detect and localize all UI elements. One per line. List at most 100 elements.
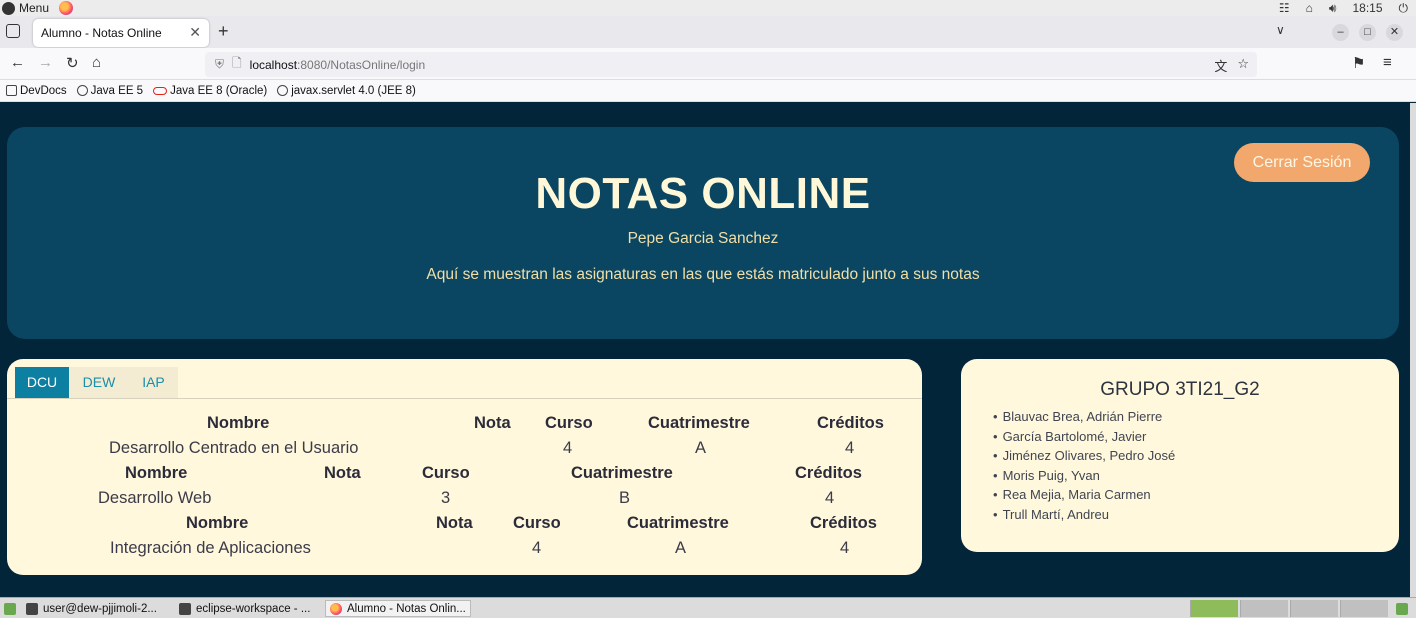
tab-overview-icon[interactable]: [6, 24, 20, 38]
header-nombre: Nombre: [207, 414, 270, 432]
header-cuatrimestre: Cuatrimestre: [627, 514, 729, 532]
tab-dew[interactable]: DEW: [69, 367, 129, 398]
show-desktop-button[interactable]: [0, 600, 20, 617]
extensions-icon[interactable]: ⚑: [1352, 54, 1365, 72]
subject-creditos: 4: [825, 489, 835, 507]
bookmark-java-ee-8[interactable]: Java EE 8 (Oracle): [153, 85, 267, 97]
header-curso: Curso: [545, 414, 593, 432]
header-curso: Curso: [513, 514, 561, 532]
os-top-bar: Menu ☷ ⌂ 🔊︎ 18:15 ⏻: [0, 0, 1416, 16]
bookmark-star-icon[interactable]: ☆: [1237, 56, 1249, 75]
workspace-1[interactable]: [1190, 600, 1238, 617]
translate-icon[interactable]: 文: [1214, 56, 1227, 75]
os-tray: ☷ ⌂ 🔊︎ 18:15 ⏻: [1279, 0, 1408, 16]
os-logo-icon: [2, 1, 15, 15]
subject-tabs: DCU DEW IAP: [7, 359, 922, 399]
header-creditos: Créditos: [817, 414, 884, 432]
subject-row: Desarrollo Web 3 B 4: [7, 489, 922, 514]
taskbar-item-label: user@dew-pjjimoli-2...: [43, 602, 157, 615]
page-title: NOTAS ONLINE: [535, 169, 871, 218]
subject-nombre: Integración de Aplicaciones: [110, 539, 311, 557]
subject-header-row: Nombre Nota Curso Cuatrimestre Créditos: [7, 464, 922, 489]
header-cuatrimestre: Cuatrimestre: [648, 414, 750, 432]
trash-icon[interactable]: [1392, 600, 1412, 617]
close-window-button[interactable]: ✕: [1386, 24, 1403, 41]
browser-tab[interactable]: Alumno - Notas Online ✕: [33, 19, 209, 47]
group-member: Moris Puig, Yvan: [993, 466, 1175, 486]
group-member: Rea Mejia, Maria Carmen: [993, 485, 1175, 505]
student-name: Pepe Garcia Sanchez: [627, 230, 779, 247]
firefox-launcher-icon[interactable]: [59, 1, 74, 15]
bookmark-javax-servlet[interactable]: javax.servlet 4.0 (JEE 8): [277, 85, 416, 97]
page-info-icon[interactable]: 🗋︎: [232, 54, 242, 75]
page-scrollbar[interactable]: [1410, 103, 1416, 597]
subject-cuatrimestre: B: [619, 489, 631, 507]
header-nota: Nota: [474, 414, 511, 432]
header-nota: Nota: [324, 464, 361, 482]
header-cuatrimestre: Cuatrimestre: [571, 464, 673, 482]
subject-cuatrimestre: A: [675, 539, 687, 557]
header-nombre: Nombre: [125, 464, 188, 482]
subject-creditos: 4: [845, 439, 855, 457]
tab-iap[interactable]: IAP: [129, 367, 178, 398]
workspace-4[interactable]: [1340, 600, 1388, 617]
subject-row: Desarrollo Centrado en el Usuario 4 A 4: [7, 439, 922, 464]
workspace-3[interactable]: [1290, 600, 1338, 617]
tab-dcu[interactable]: DCU: [15, 367, 69, 398]
bookmarks-bar: DevDocs Java EE 5 Java EE 8 (Oracle) jav…: [0, 80, 1416, 102]
taskbar-terminal[interactable]: user@dew-pjjimoli-2...: [22, 600, 161, 617]
shield-icon[interactable]: ⛨: [215, 57, 224, 72]
taskbar-item-label: Alumno - Notas Onlin...: [347, 602, 466, 615]
notification-icon[interactable]: ⌂: [1306, 1, 1313, 15]
bookmark-label: Java EE 8 (Oracle): [170, 84, 268, 97]
group-member: Jiménez Olivares, Pedro José: [993, 446, 1176, 466]
url-bar[interactable]: ⛨ 🗋︎ localhost:8080/NotasOnline/login 文 …: [205, 52, 1257, 77]
volume-icon[interactable]: 🔊︎: [1329, 1, 1337, 16]
header-nombre: Nombre: [186, 514, 249, 532]
header-curso: Curso: [422, 464, 470, 482]
home-icon[interactable]: ⌂: [92, 54, 101, 71]
url-path: :8080/NotasOnline/login: [297, 57, 426, 72]
os-taskbar: user@dew-pjjimoli-2... eclipse-workspace…: [0, 597, 1416, 618]
devdocs-icon: [6, 85, 17, 96]
new-tab-icon[interactable]: +: [218, 21, 229, 42]
hamburger-menu-icon[interactable]: ≡: [1383, 54, 1392, 71]
os-menu-button[interactable]: Menu: [0, 1, 74, 15]
close-tab-icon[interactable]: ✕: [189, 24, 201, 41]
browser-tab-title: Alumno - Notas Online: [41, 26, 162, 40]
subject-curso: 4: [563, 439, 573, 457]
bookmark-label: javax.servlet 4.0 (JEE 8): [291, 84, 416, 97]
terminal-icon: [26, 602, 38, 615]
reload-icon[interactable]: ↻: [66, 54, 79, 72]
oracle-icon: [153, 86, 168, 95]
tab-list-chevron-down-icon[interactable]: ∨: [1276, 23, 1285, 37]
header-nota: Nota: [436, 514, 473, 532]
eclipse-icon: [179, 602, 191, 615]
restore-window-button[interactable]: □: [1359, 24, 1376, 41]
forward-arrow-icon[interactable]: →: [38, 54, 53, 71]
header-card: Cerrar Sesión NOTAS ONLINE Pepe Garcia S…: [7, 127, 1399, 339]
browser-nav-bar: ← → ↻ ⌂ ⛨ 🗋︎ localhost:8080/NotasOnline/…: [0, 48, 1416, 80]
bookmark-java-ee-5[interactable]: Java EE 5: [76, 85, 143, 97]
group-member: García Bartolomé, Javier: [993, 427, 1175, 447]
group-card: GRUPO 3TI21_G2 Blauvac Brea, Adrián Pier…: [961, 359, 1399, 552]
subject-nombre: Desarrollo Web: [98, 489, 212, 507]
group-member: Blauvac Brea, Adrián Pierre: [993, 407, 1175, 427]
workspace-2[interactable]: [1240, 600, 1288, 617]
subjects-card: DCU DEW IAP Nombre Nota Curso Cuatrimest…: [7, 359, 922, 575]
group-member: Trull Martí, Andreu: [993, 505, 1175, 525]
bookmark-devdocs[interactable]: DevDocs: [6, 85, 67, 97]
network-icon[interactable]: ☷: [1279, 1, 1290, 15]
taskbar-firefox[interactable]: Alumno - Notas Onlin...: [325, 600, 471, 617]
taskbar-eclipse[interactable]: eclipse-workspace - ...: [175, 600, 314, 617]
power-icon[interactable]: ⏻: [1399, 1, 1409, 16]
subject-header-row: Nombre Nota Curso Cuatrimestre Créditos: [7, 414, 922, 439]
page-description: Aquí se muestran las asignaturas en las …: [426, 266, 980, 283]
back-arrow-icon[interactable]: ←: [10, 54, 25, 71]
clock[interactable]: 18:15: [1352, 1, 1382, 15]
page-content: Cerrar Sesión NOTAS ONLINE Pepe Garcia S…: [0, 103, 1410, 597]
minimize-window-button[interactable]: –: [1332, 24, 1349, 41]
header-creditos: Créditos: [795, 464, 862, 482]
taskbar-item-label: eclipse-workspace - ...: [196, 602, 311, 615]
browser-tab-strip: Alumno - Notas Online ✕ + ∨ – □ ✕: [0, 16, 1416, 48]
